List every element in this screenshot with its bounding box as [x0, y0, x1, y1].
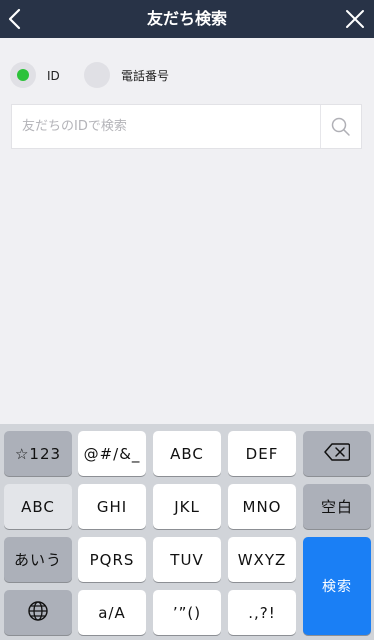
key-ghi[interactable]: GHI: [78, 484, 146, 529]
radio-label-phone: 電話番号: [121, 69, 170, 83]
key-label: 検索: [322, 579, 352, 595]
key-label: MNO: [242, 497, 282, 516]
key-search-enter[interactable]: 検索: [303, 537, 371, 635]
key-label: ABC: [170, 444, 204, 463]
key-quotes-parens[interactable]: ’”(): [153, 590, 221, 635]
key-label: JKL: [174, 497, 200, 516]
key-label: ABC: [21, 497, 55, 516]
key-wxyz[interactable]: WXYZ: [228, 537, 296, 582]
key-symbols[interactable]: @#/&_: [78, 431, 146, 476]
close-icon[interactable]: [344, 8, 366, 30]
key-label: あいう: [13, 551, 62, 569]
key-label: @#/&_: [83, 444, 141, 463]
key-abc[interactable]: ABC: [153, 431, 221, 476]
key-globe[interactable]: [4, 590, 72, 635]
key-delete[interactable]: [303, 431, 371, 476]
key-label: GHI: [96, 497, 128, 516]
key-label: DEF: [245, 444, 279, 463]
key-space[interactable]: 空白: [303, 484, 371, 529]
key-kana-mode[interactable]: あいう: [4, 537, 72, 582]
key-label: WXYZ: [237, 550, 287, 569]
key-label: a/A: [98, 603, 126, 622]
key-punctuation[interactable]: .,?!: [228, 590, 296, 635]
radio-circle: [84, 62, 110, 88]
nav-header: 友だち検索: [0, 0, 374, 38]
radio-id[interactable]: ID: [10, 62, 90, 90]
globe-icon: [27, 600, 49, 626]
key-case-toggle[interactable]: a/A: [78, 590, 146, 635]
key-pqrs[interactable]: PQRS: [78, 537, 146, 582]
key-label: ☆123: [14, 444, 62, 463]
key-label: TUV: [170, 550, 204, 569]
search-input[interactable]: [12, 105, 320, 148]
key-tuv[interactable]: TUV: [153, 537, 221, 582]
radio-phone-number[interactable]: 電話番号: [84, 62, 234, 90]
key-mno[interactable]: MNO: [228, 484, 296, 529]
key-jkl[interactable]: JKL: [153, 484, 221, 529]
key-abc-mode[interactable]: ABC: [4, 484, 72, 529]
search-icon[interactable]: [321, 105, 361, 148]
key-def[interactable]: DEF: [228, 431, 296, 476]
backspace-icon: [324, 442, 351, 465]
search-box: [11, 104, 362, 149]
page-title: 友だち検索: [146, 9, 227, 28]
search-type-selector: ID 電話番号: [10, 62, 310, 90]
key-label: PQRS: [89, 550, 135, 569]
key-label: ’”(): [172, 603, 202, 622]
radio-label-id: ID: [47, 69, 60, 83]
key-label: .,?!: [248, 603, 276, 622]
key-label: 空白: [320, 498, 353, 516]
radio-circle: [10, 62, 36, 88]
radio-selected-dot: [17, 69, 29, 81]
keyboard: ☆123 @#/&_ ABC DEF ABC GHI JKL MNO 空白 あい…: [0, 424, 374, 640]
key-symbols-123[interactable]: ☆123: [4, 431, 72, 476]
